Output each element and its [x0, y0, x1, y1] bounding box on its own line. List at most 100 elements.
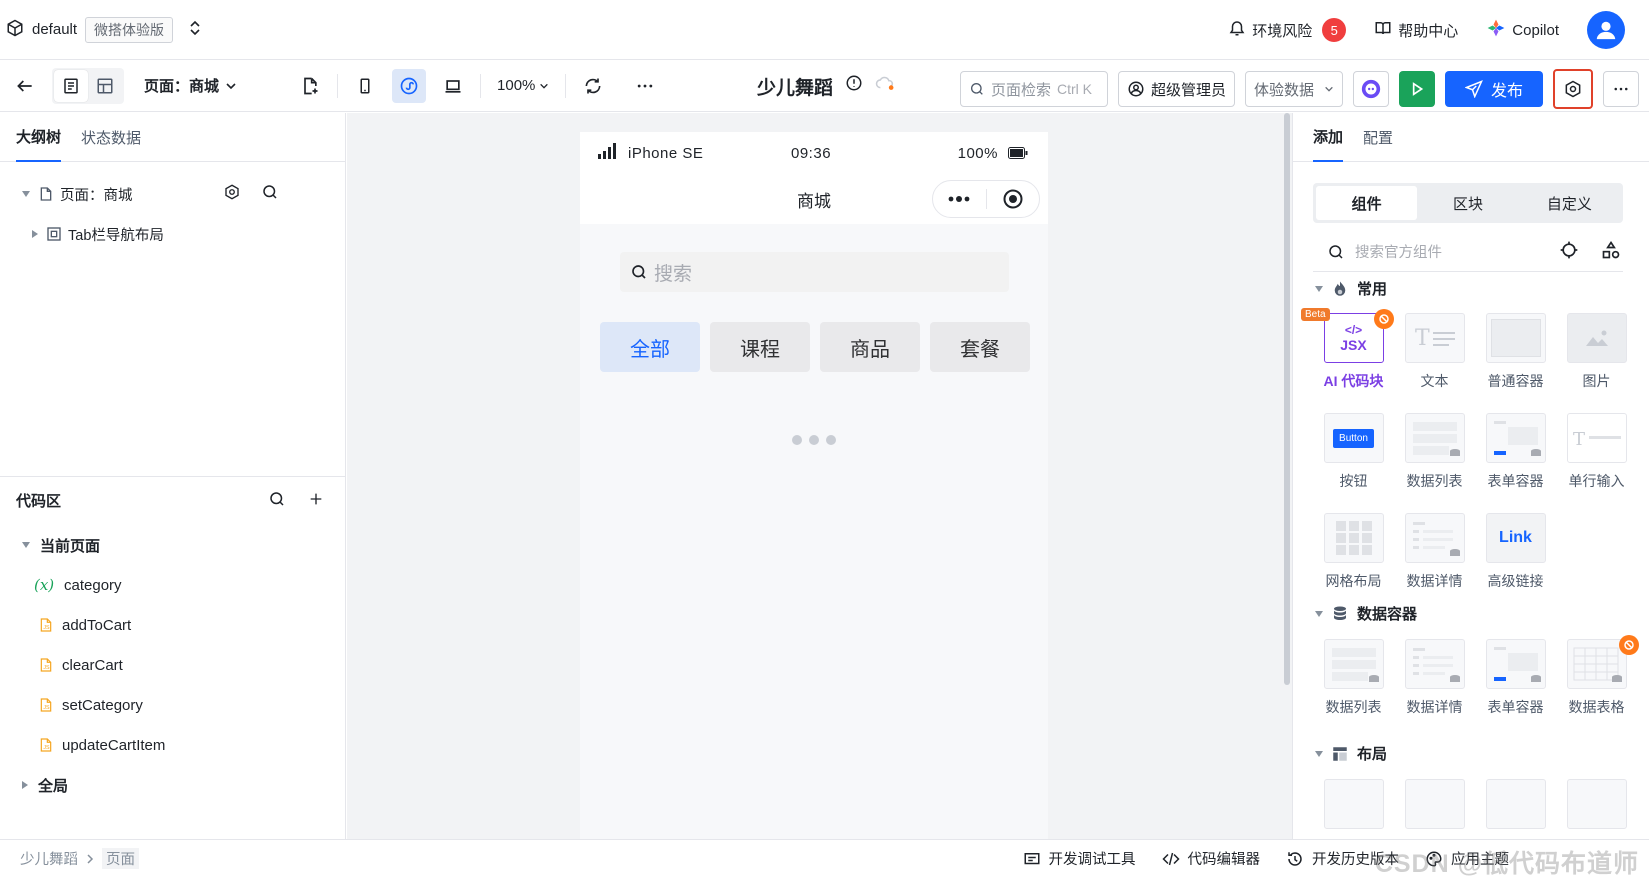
section-layout[interactable]: 布局	[1315, 743, 1387, 764]
shapes-icon[interactable]	[1601, 240, 1621, 264]
publish-button[interactable]: 发布	[1445, 71, 1543, 107]
code-search-icon[interactable]	[268, 490, 286, 512]
component-form-container[interactable]: 表单容器	[1475, 413, 1556, 491]
zoom-select[interactable]: 100%	[491, 69, 555, 103]
switch-chevron-icon[interactable]	[189, 20, 201, 39]
page-settings-icon[interactable]	[223, 183, 241, 205]
tab-state-data[interactable]: 状态数据	[81, 113, 141, 162]
layout-view-button[interactable]	[88, 70, 122, 102]
segment-components[interactable]: 组件	[1316, 186, 1418, 220]
segment-blocks[interactable]: 区块	[1417, 186, 1518, 220]
component-form-container[interactable]: 表单容器	[1475, 639, 1556, 717]
component-text[interactable]: T 文本	[1394, 313, 1475, 391]
capsule-more-icon[interactable]	[933, 195, 986, 203]
page-search-input[interactable]: 页面检索 Ctrl K	[959, 71, 1108, 107]
caret-down-icon[interactable]	[1315, 750, 1323, 757]
category-goods[interactable]: 商品	[820, 322, 920, 372]
caret-down-icon[interactable]	[1315, 285, 1323, 292]
caret-right-icon[interactable]	[32, 230, 38, 238]
mobile-device-button[interactable]	[348, 69, 382, 103]
data-mode-select[interactable]: 体验数据	[1244, 71, 1343, 107]
tree-node-tabbar-layout[interactable]: Tab栏导航布局	[0, 214, 345, 254]
outline-view-button[interactable]	[54, 69, 88, 102]
component-single-input[interactable]: T 单行输入	[1556, 413, 1637, 491]
button-thumb-label: Button	[1333, 428, 1374, 448]
canvas-scrollbar[interactable]	[1284, 113, 1290, 685]
back-button[interactable]	[8, 69, 42, 103]
component-search-input[interactable]: 搜索官方组件	[1313, 232, 1623, 272]
component-data-detail[interactable]: 数据详情	[1394, 639, 1475, 717]
caret-down-icon[interactable]	[22, 542, 30, 548]
code-item-method[interactable]: JS updateCartItem	[0, 725, 346, 765]
app-settings-button[interactable]	[1553, 69, 1593, 109]
breadcrumb-page[interactable]: 页面	[102, 848, 139, 869]
code-item-variable[interactable]: (𝑥) category	[0, 565, 346, 605]
tab-outline-tree[interactable]: 大纲树	[16, 113, 62, 162]
run-preview-button[interactable]	[1399, 71, 1435, 107]
component-button[interactable]: Button 按钮	[1313, 413, 1394, 491]
code-item-method[interactable]: JS setCategory	[0, 685, 346, 725]
tree-node-page[interactable]: 页面：商城	[0, 174, 345, 214]
component-advanced-link[interactable]: Link 高级链接	[1475, 513, 1556, 591]
code-add-icon[interactable]	[308, 491, 324, 511]
design-canvas: iPhone SE 09:36 100% 商城 搜索 全部 课程 商品 套餐	[347, 113, 1292, 839]
component-ai-code-block[interactable]: Beta </> JSX AI 代码块	[1301, 308, 1394, 391]
component-container[interactable]: 普通容器	[1475, 313, 1556, 391]
component-data-list[interactable]: 数据列表	[1394, 413, 1475, 491]
code-group-current-page[interactable]: 当前页面	[0, 525, 346, 565]
copilot-button[interactable]: Copilot	[1486, 18, 1559, 42]
more-tools-button[interactable]	[628, 69, 662, 103]
capsule-close-icon[interactable]	[986, 189, 1039, 209]
page-selector[interactable]: 页面：商城	[144, 75, 237, 96]
layout-thumb-row[interactable]	[1475, 779, 1556, 829]
category-all[interactable]: 全部	[600, 322, 700, 372]
pc-device-button[interactable]	[436, 69, 470, 103]
component-grid-layout[interactable]: 网格布局	[1313, 513, 1394, 591]
app-switcher[interactable]: default 微搭体验版	[0, 16, 201, 43]
code-group-global[interactable]: 全局	[0, 765, 346, 805]
caret-down-icon[interactable]	[22, 191, 30, 197]
info-icon[interactable]	[845, 74, 863, 98]
refresh-button[interactable]	[576, 69, 610, 103]
input-thumb: T	[1566, 413, 1627, 463]
phone-preview[interactable]: iPhone SE 09:36 100% 商城 搜索 全部 课程 商品 套餐	[580, 132, 1048, 839]
layout-thumb-row[interactable]	[1556, 779, 1637, 829]
new-page-button[interactable]	[293, 69, 327, 103]
user-avatar[interactable]	[1587, 11, 1625, 49]
tab-config[interactable]: 配置	[1363, 113, 1393, 162]
code-item-method[interactable]: JS addToCart	[0, 605, 346, 645]
breadcrumb-app[interactable]: 少儿舞蹈	[20, 848, 78, 869]
dev-tools-button[interactable]: 开发调试工具	[1023, 848, 1136, 869]
segment-custom[interactable]: 自定义	[1519, 186, 1620, 220]
caret-down-icon[interactable]	[1315, 610, 1323, 617]
category-package[interactable]: 套餐	[930, 322, 1030, 372]
locate-icon[interactable]	[1559, 240, 1579, 264]
section-common[interactable]: 常用	[1315, 278, 1387, 299]
env-risk-button[interactable]: 环境风险 5	[1228, 18, 1347, 42]
section-data-container[interactable]: 数据容器	[1315, 603, 1417, 624]
app-window: default 微搭体验版 环境风险 5 帮助中心 Copilot 页面：商城 …	[0, 0, 1649, 877]
component-data-table[interactable]: 数据表格	[1556, 635, 1639, 717]
layout-thumb-row[interactable]	[1394, 779, 1475, 829]
tab-add[interactable]: 添加	[1313, 113, 1344, 162]
help-center-button[interactable]: 帮助中心	[1374, 19, 1458, 41]
component-data-detail[interactable]: 数据详情	[1394, 513, 1475, 591]
component-label: AI 代码块	[1323, 373, 1384, 389]
component-label: 表单容器	[1487, 699, 1544, 715]
component-image[interactable]: 图片	[1556, 313, 1637, 391]
code-editor-button[interactable]: 代码编辑器	[1161, 848, 1260, 869]
component-data-list[interactable]: 数据列表	[1313, 639, 1394, 717]
category-course[interactable]: 课程	[710, 322, 810, 372]
role-button[interactable]: 超级管理员	[1117, 71, 1235, 107]
ai-assistant-button[interactable]	[1353, 71, 1389, 107]
phone-search-input[interactable]: 搜索	[620, 252, 1009, 292]
code-item-method[interactable]: JS clearCart	[0, 645, 346, 685]
miniprogram-device-button[interactable]	[392, 68, 427, 103]
tree-search-icon[interactable]	[261, 183, 279, 205]
caret-right-icon[interactable]	[22, 781, 28, 789]
more-menu-button[interactable]	[1603, 71, 1639, 107]
code-item-label: updateCartItem	[62, 736, 166, 754]
layout-thumb-row[interactable]	[1313, 779, 1394, 829]
miniprogram-capsule[interactable]	[932, 180, 1040, 218]
phone-search-placeholder: 搜索	[654, 263, 693, 285]
